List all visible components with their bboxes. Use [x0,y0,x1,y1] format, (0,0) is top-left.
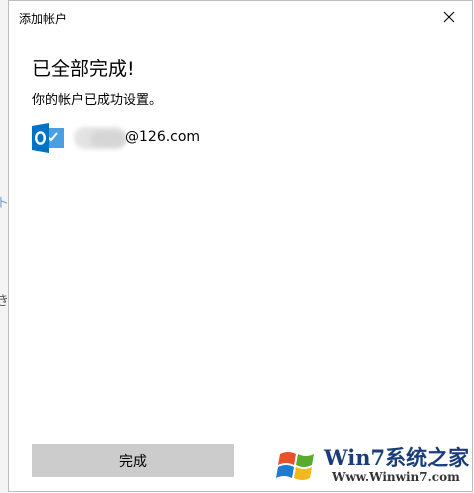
watermark-brand: Win7系统之家 [324,445,470,470]
title-bar: 添加帐户 [9,1,472,33]
window-title: 添加帐户 [19,12,68,26]
close-icon [443,11,455,23]
watermark: Win7系统之家 Www.Winwin7.com [272,440,474,490]
outlook-icon [32,123,64,153]
account-email: @126.com [125,129,201,145]
close-button[interactable] [426,1,472,33]
blurred-username [90,131,126,147]
add-account-dialog: 添加帐户 已全部完成! 你的帐户已成功设置。 @126.com 完成 [8,0,473,492]
page-title: 已全部完成! [32,58,135,80]
windows-logo-icon [276,452,314,480]
done-button[interactable]: 完成 [32,444,234,477]
success-message: 你的帐户已成功设置。 [32,93,163,108]
background-app-strip: ト き [0,0,9,493]
watermark-url: Www.Winwin7.com [332,470,460,484]
account-item: @126.com [32,123,332,153]
